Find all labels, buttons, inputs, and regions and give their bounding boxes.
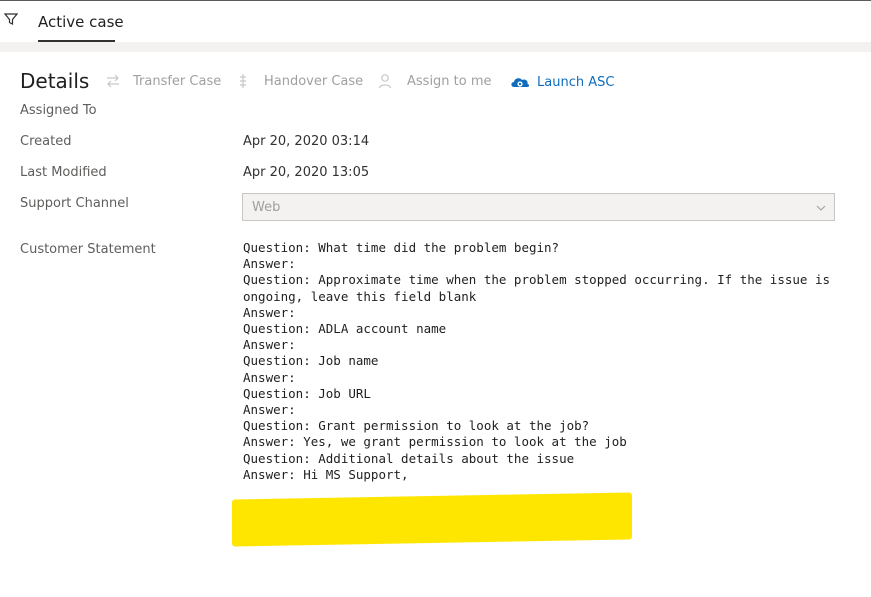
statement-question: Question: ADLA account name [243, 321, 447, 337]
handover-case-label: Handover Case [264, 74, 364, 89]
created-label: Created [20, 134, 72, 149]
details-title: Details [20, 69, 90, 93]
transfer-icon [107, 74, 119, 88]
transfer-case-button[interactable]: Transfer Case [105, 73, 222, 91]
statement-question: Question: Grant permission to look at th… [243, 418, 590, 434]
statement-answer: Answer: [243, 402, 296, 418]
assigned-to-label: Assigned To [20, 103, 97, 118]
launch-asc-label: Launch ASC [537, 75, 615, 90]
customer-statement-label: Customer Statement [20, 242, 156, 257]
statement-answer: Answer: [243, 337, 296, 353]
statement-question: Question: Job name [243, 353, 379, 369]
statement-item: Question: Additional details about the i… [243, 451, 843, 483]
statement-item: Question: ADLA account name Answer: [243, 321, 843, 353]
cloud-icon [511, 78, 530, 87]
launch-asc-button[interactable]: Launch ASC [509, 73, 619, 91]
statement-item: Question: Job name Answer: [243, 353, 843, 385]
chevron-down-icon [816, 205, 826, 211]
assign-to-me-button[interactable]: Assign to me [378, 73, 493, 91]
transfer-case-label: Transfer Case [133, 74, 222, 89]
statement-answer: Answer: [243, 304, 296, 320]
statement-item: Question: What time did the problem begi… [243, 240, 843, 272]
support-channel-select[interactable]: Web [242, 193, 835, 221]
section-divider [0, 42, 871, 52]
statement-question: Question: What time did the problem begi… [243, 240, 560, 255]
statement-answer: Answer: [243, 369, 296, 385]
last-modified-label: Last Modified [20, 165, 107, 180]
support-channel-label: Support Channel [20, 196, 129, 211]
statement-answer: Answer: Hi MS Support, [243, 466, 409, 482]
created-value: Apr 20, 2020 03:14 [243, 134, 370, 149]
person-icon [378, 74, 392, 89]
highlight-marker [232, 492, 632, 547]
statement-item: Question: Approximate time when the prob… [243, 272, 843, 321]
statement-question: Question: Additional details about the i… [243, 450, 575, 466]
handover-case-button[interactable]: Handover Case [236, 73, 364, 91]
statement-item: Question: Grant permission to look at th… [243, 418, 843, 450]
statement-item: Question: Job URL Answer: [243, 386, 843, 418]
statement-answer: Answer: Yes, we grant permission to look… [243, 434, 627, 450]
tab-active-case[interactable]: Active case [38, 13, 124, 31]
handover-icon [240, 74, 246, 88]
support-channel-value: Web [252, 200, 281, 215]
assign-to-me-label: Assign to me [407, 74, 492, 89]
statement-question: Question: Approximate time when the prob… [243, 272, 838, 304]
customer-statement: Question: What time did the problem begi… [243, 240, 843, 483]
filter-icon[interactable] [4, 12, 18, 26]
statement-answer: Answer: [243, 256, 296, 272]
last-modified-value: Apr 20, 2020 13:05 [243, 165, 370, 180]
statement-question: Question: Job URL [243, 385, 371, 401]
header: Active case [0, 1, 871, 42]
